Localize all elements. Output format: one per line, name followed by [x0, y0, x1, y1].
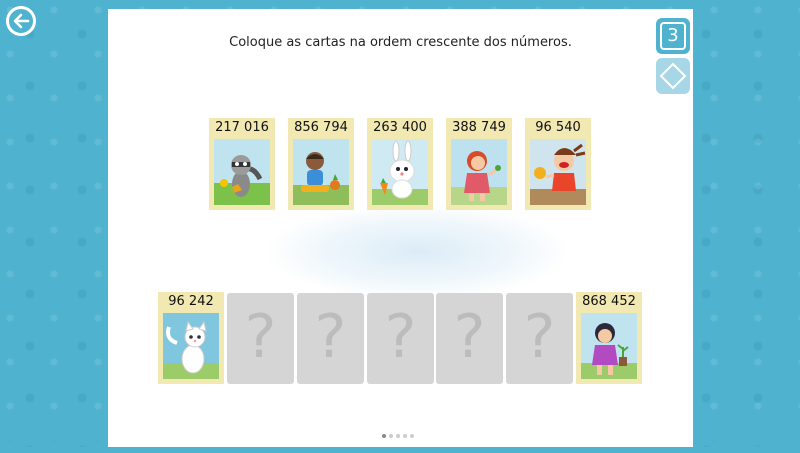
card-number: 217 016 — [215, 120, 269, 135]
empty-slot-2[interactable]: ? — [297, 293, 364, 384]
game-panel: Coloque as cartas na ordem crescente dos… — [108, 9, 693, 447]
cloud-decoration — [268, 204, 568, 299]
level-indicator: 3 — [656, 18, 690, 54]
question-mark: ? — [453, 302, 486, 372]
question-mark: ? — [523, 302, 556, 372]
card-number: 868 452 — [582, 294, 636, 309]
card-number: 263 400 — [373, 120, 427, 135]
hint-button[interactable] — [656, 58, 690, 94]
card-white-rabbit[interactable]: 263 400 — [367, 118, 433, 210]
card-raccoon[interactable]: 217 016 — [209, 118, 275, 210]
girl-with-plant-picture — [581, 313, 637, 379]
pagination-dot[interactable] — [382, 434, 386, 438]
card-number: 856 794 — [294, 120, 348, 135]
pagination-dot[interactable] — [389, 434, 393, 438]
card-red-haired-girl[interactable]: 388 749 — [446, 118, 512, 210]
back-button[interactable] — [6, 6, 36, 36]
card-number: 96 540 — [535, 120, 581, 135]
pagination-dot[interactable] — [403, 434, 407, 438]
boy-planting-picture — [293, 139, 349, 205]
pagination-dot[interactable] — [410, 434, 414, 438]
arrow-left-icon — [13, 13, 30, 29]
instruction-text: Coloque as cartas na ordem crescente dos… — [229, 35, 572, 50]
card-boy-planting[interactable]: 856 794 — [288, 118, 354, 210]
placed-card-white-cat[interactable]: 96 242 — [158, 292, 224, 384]
pagination-dot[interactable] — [396, 434, 400, 438]
red-haired-girl-picture — [451, 139, 507, 205]
empty-slot-3[interactable]: ? — [367, 293, 434, 384]
card-number: 96 242 — [168, 294, 214, 309]
card-number: 388 749 — [452, 120, 506, 135]
diamond-icon — [659, 62, 687, 90]
empty-slot-4[interactable]: ? — [436, 293, 503, 384]
empty-slot-1[interactable]: ? — [227, 293, 294, 384]
question-mark: ? — [244, 302, 277, 372]
pagination-dots — [382, 434, 417, 440]
white-rabbit-picture — [372, 139, 428, 205]
raccoon-picture — [214, 139, 270, 205]
white-cat-picture — [163, 313, 219, 379]
level-number: 3 — [660, 22, 686, 50]
placed-card-girl-with-plant[interactable]: 868 452 — [576, 292, 642, 384]
empty-slot-5[interactable]: ? — [506, 293, 573, 384]
laughing-girl-picture — [530, 139, 586, 205]
question-mark: ? — [384, 302, 417, 372]
question-mark: ? — [314, 302, 347, 372]
card-laughing-girl[interactable]: 96 540 — [525, 118, 591, 210]
